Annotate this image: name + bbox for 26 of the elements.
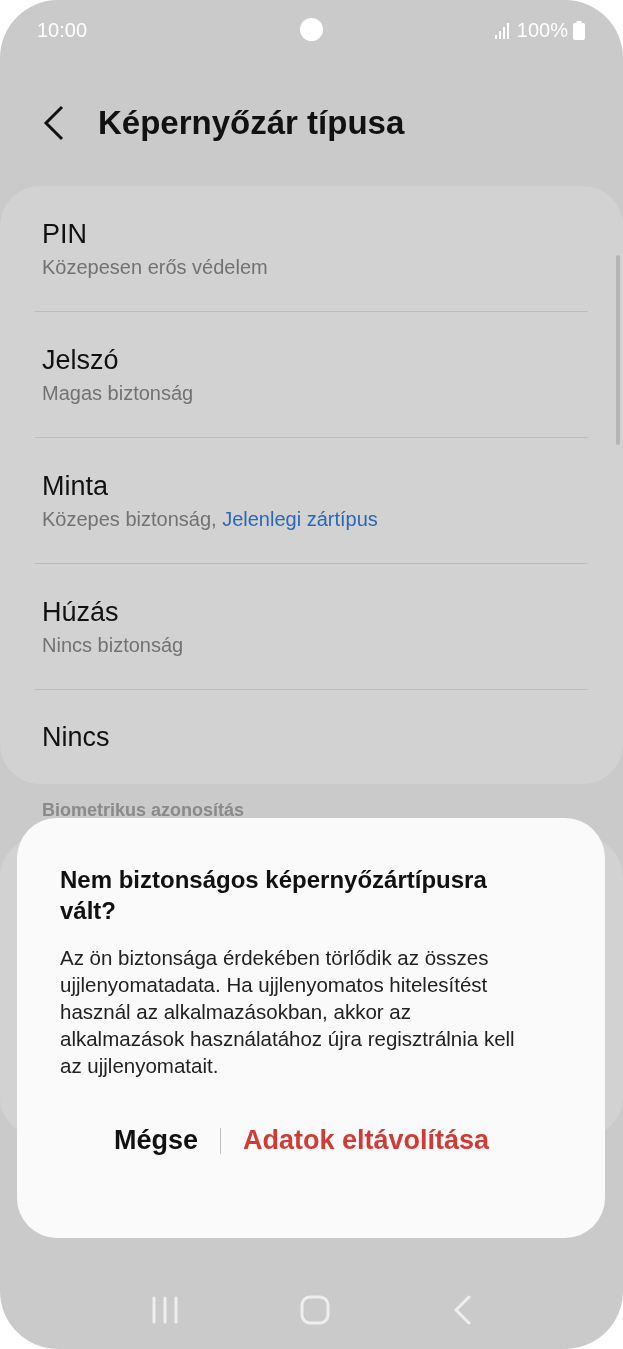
remove-button[interactable]: Adatok eltávolítása <box>222 1117 510 1164</box>
option-title: PIN <box>41 218 88 250</box>
dialog-message: Az ön biztonsága érdekében törlődik az összes ujjlenyomatadata. Ha ujjlenyomatos hitelesítést használ az alkalmazásokban, akkor az alkalmazások használatához újra regisztrálnia kell az ujjlenyomatait. <box>60 945 516 1079</box>
option-subtitle: Magas biztonság <box>41 381 195 405</box>
recent-apps-icon[interactable] <box>150 1296 179 1324</box>
dialog-title: Nem biztonságos képernyőzártípusra vált? <box>60 865 488 926</box>
option-title: Nincs <box>41 721 111 753</box>
lock-type-option[interactable]: PIN Közepesen erős védelem <box>35 186 588 312</box>
option-title: Minta <box>41 470 110 502</box>
signal-icon <box>493 21 512 39</box>
option-title: Jelszó <box>41 344 120 376</box>
page-title: Képernyőzár típusa <box>98 104 405 142</box>
back-nav-icon[interactable] <box>452 1295 473 1325</box>
lock-type-option[interactable]: Nincs <box>35 690 588 784</box>
camera-hole <box>300 18 323 41</box>
option-subtitle: Közepes biztonság, Jelenlegi zártípus <box>41 507 379 531</box>
option-subtitle: Nincs biztonság <box>41 633 185 657</box>
lock-type-option[interactable]: Húzás Nincs biztonság <box>35 564 588 690</box>
home-icon[interactable] <box>300 1295 331 1325</box>
section-label: Biometrikus azonosítás <box>41 799 246 821</box>
lock-type-option[interactable]: Minta Közepes biztonság, Jelenlegi zártípus <box>35 438 588 564</box>
option-subtitle: Közepesen erős védelem <box>41 255 269 279</box>
option-title: Húzás <box>41 596 120 628</box>
battery-icon <box>573 20 585 40</box>
cancel-button[interactable]: Mégse <box>93 1117 218 1164</box>
lock-type-option[interactable]: Jelszó Magas biztonság <box>35 312 588 438</box>
